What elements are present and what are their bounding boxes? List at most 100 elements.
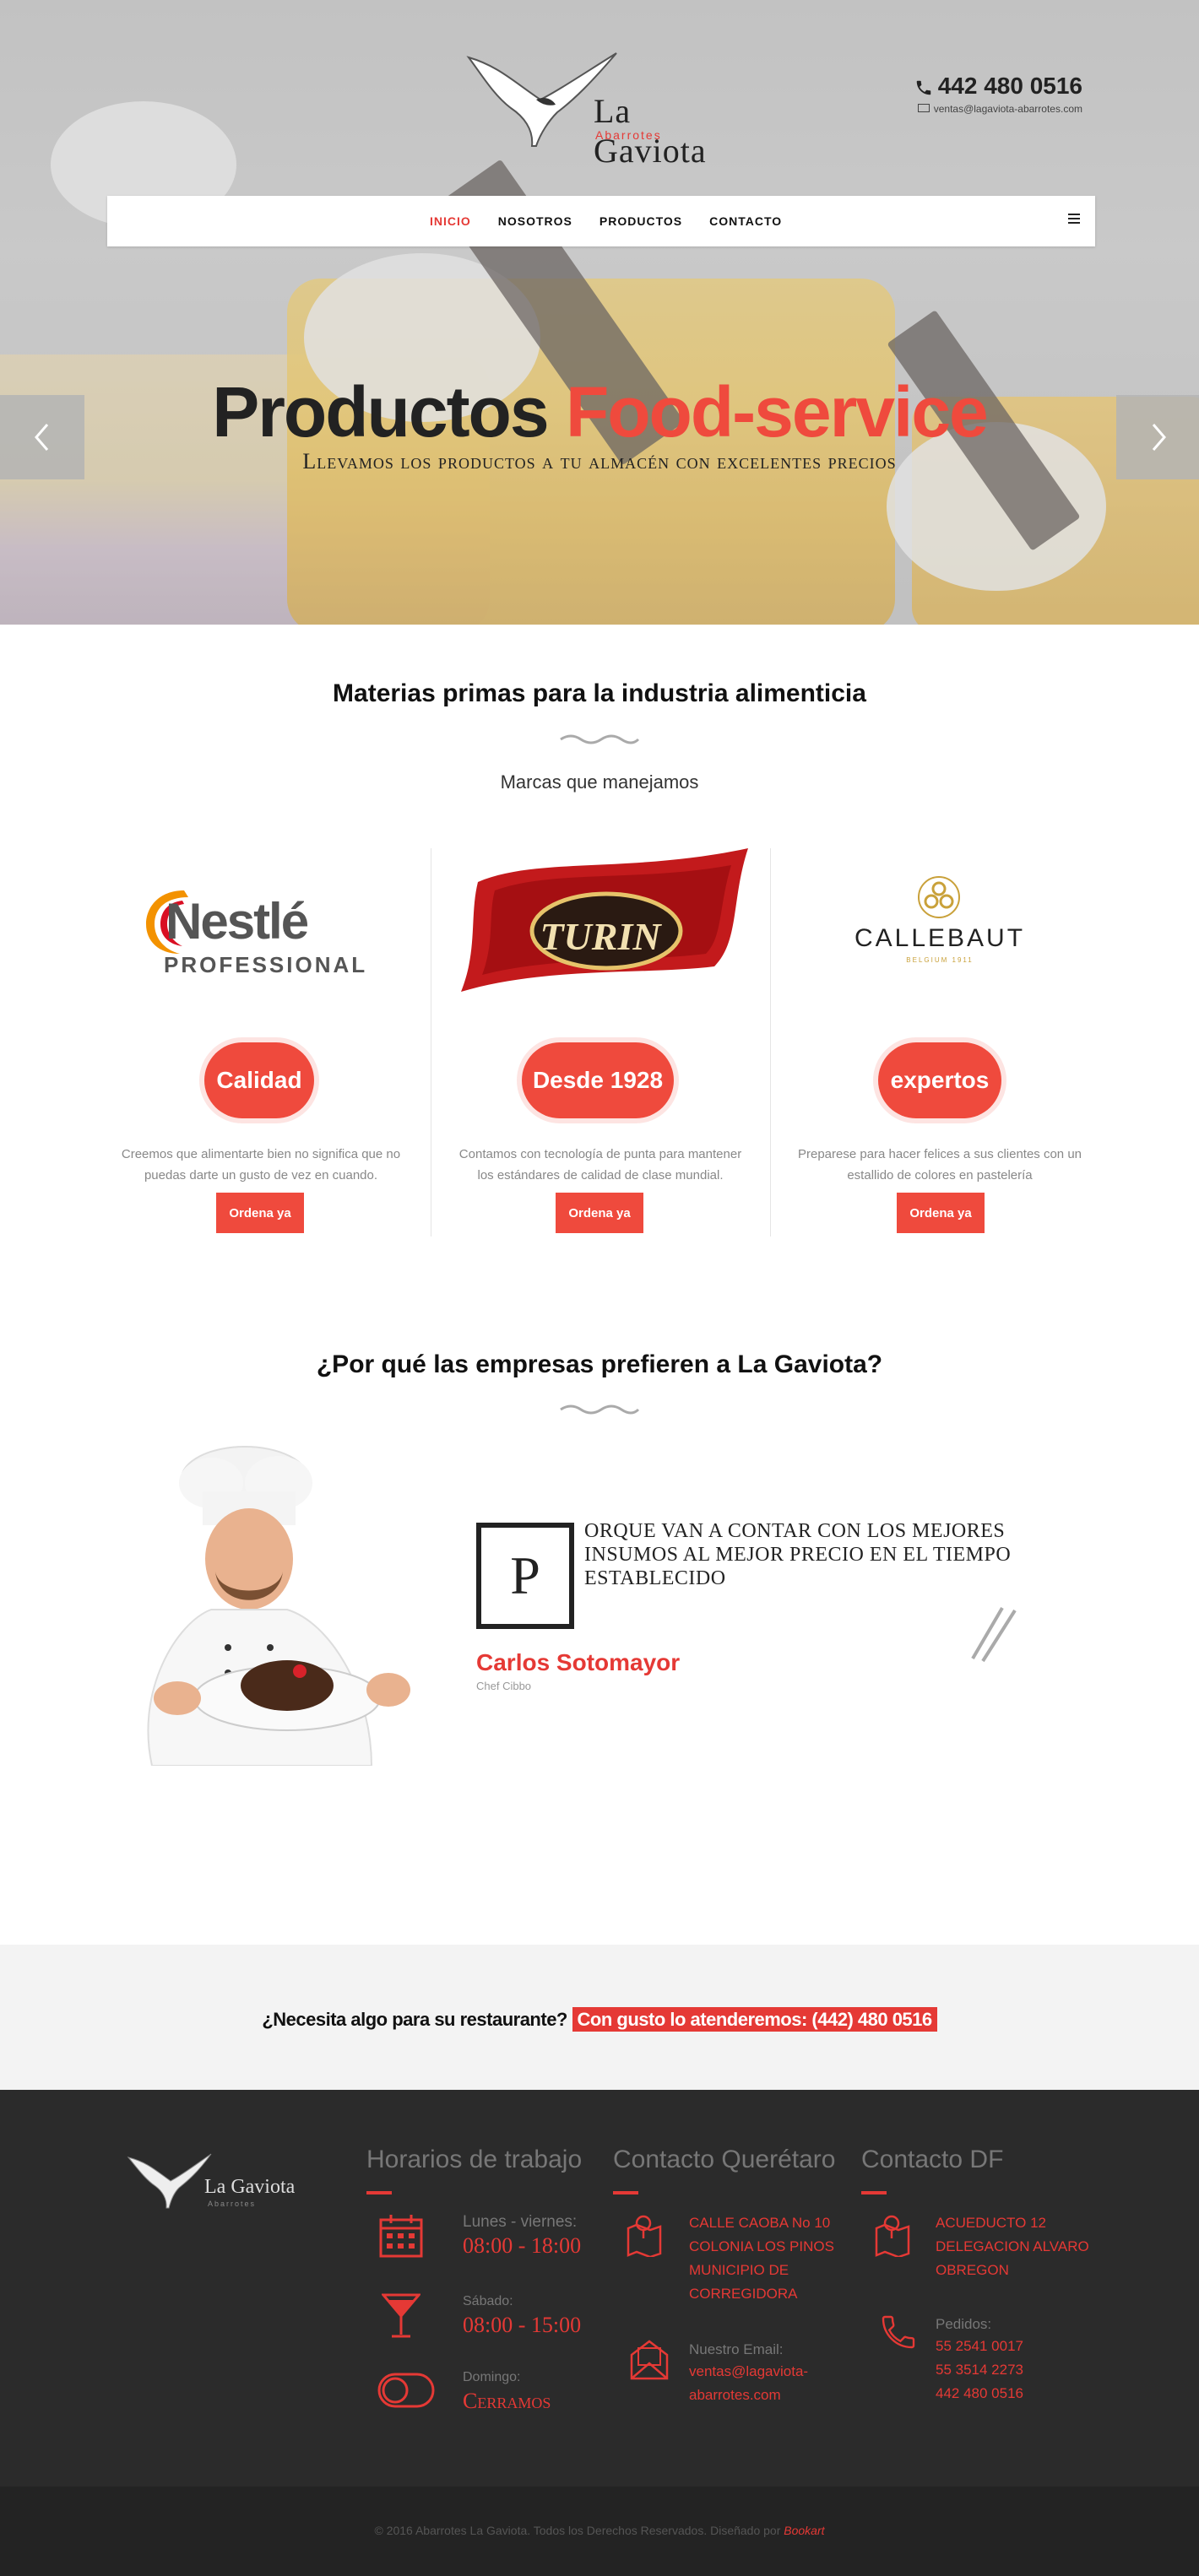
brand-card-nestle: Nestlé PROFESSIONAL Calidad Creemos que … — [91, 848, 431, 1237]
cta-question: ¿Necesita algo para su restaurante? — [262, 2009, 567, 2030]
header-email[interactable]: ventas@lagaviota-abarrotes.com — [917, 103, 1082, 115]
address-line: DELEGACION ALVARO — [936, 2238, 1089, 2254]
hero-title: Productos Food-service — [0, 371, 1199, 453]
brand-description: Contamos con tecnología de punta para ma… — [431, 1144, 770, 1186]
address-line: OBREGON — [936, 2262, 1009, 2278]
brand-description-line: puedas darte un gusto de vez en cuando. — [144, 1168, 378, 1182]
weekday-label: Lunes - viernes: — [463, 2213, 578, 2231]
hamburger-icon[interactable] — [1068, 211, 1080, 226]
badge-calidad: Calidad — [204, 1042, 314, 1118]
logo-subtitle: Abarrotes — [595, 128, 662, 142]
hours-title: Horarios de trabajo — [366, 2146, 583, 2173]
nestle-logo-sub: PROFESSIONAL — [164, 952, 368, 977]
cta-text: ¿Necesita algo para su restaurante? Con … — [0, 2007, 1199, 2032]
callebaut-logo-text: CALLEBAUT — [854, 924, 1026, 952]
nav-item-nosotros[interactable]: NOSOTROS — [498, 214, 572, 228]
slider-next-button[interactable] — [1116, 395, 1199, 479]
testimonial-author-role: Chef Cibbo — [476, 1680, 532, 1692]
phone-line[interactable]: 442 480 0516 — [936, 2382, 1023, 2406]
wave-divider-icon — [560, 734, 640, 744]
badge-expertos: expertos — [878, 1042, 1001, 1118]
order-button-turin[interactable]: Ordena ya — [556, 1193, 643, 1233]
brand-description-line: Preparese para hacer felices a sus clien… — [797, 1147, 1082, 1161]
nav-item-contacto[interactable]: CONTACTO — [709, 214, 782, 228]
brand-card-turin: TURIN Desde 1928 Contamos con tecnología… — [431, 848, 770, 1237]
queretaro-address: CALLE CAOBA No 10 COLONIA LOS PINOS MUNI… — [689, 2211, 834, 2306]
phone-line[interactable]: 55 3514 2273 — [936, 2358, 1023, 2382]
badge-desde-1928: Desde 1928 — [522, 1042, 674, 1118]
phone-line[interactable]: 55 2541 0017 — [936, 2335, 1023, 2358]
map-pin-icon — [627, 2215, 662, 2257]
callebaut-logo-sub: BELGIUM 1911 — [906, 956, 974, 964]
nav-item-productos[interactable]: PRODUCTOS — [600, 214, 682, 228]
footer — [0, 2090, 1199, 2487]
order-button-callebaut[interactable]: Ordena ya — [897, 1193, 985, 1233]
wave-divider-icon — [560, 1404, 640, 1415]
saturday-time: 08:00 - 15:00 — [463, 2313, 582, 2337]
order-button-nestle[interactable]: Ordena ya — [216, 1193, 304, 1233]
nestle-logo: Nestlé PROFESSIONAL — [142, 874, 395, 983]
brands-subtitle: Marcas que manejamos — [500, 771, 699, 793]
phone-number: 442 480 0516 — [937, 73, 1082, 99]
email-line: ventas@lagaviota- — [689, 2363, 809, 2379]
brand-description-line: Creemos que alimentarte bien no signific… — [121, 1147, 401, 1161]
calendar-icon — [379, 2215, 423, 2258]
testimonial-author: Carlos Sotomayor — [476, 1649, 681, 1675]
footer-logo-title: La Gaviota — [204, 2176, 296, 2198]
chevron-right-icon — [1152, 424, 1166, 451]
quote-dropcap: P — [476, 1523, 574, 1629]
address-line: ACUEDUCTO 12 — [936, 2215, 1046, 2231]
nestle-logo-text: Nestlé — [165, 893, 309, 950]
saturday-label: Sábado: — [463, 2294, 513, 2308]
envelope-icon — [917, 104, 930, 112]
callebaut-emblem-icon — [918, 876, 960, 918]
chevron-left-icon — [35, 424, 49, 451]
hero-title-part1: Productos — [212, 372, 549, 452]
testimonial-quote: orque van a contar con los mejores insum… — [584, 1520, 1012, 1589]
turin-logo-text: TURIN — [540, 915, 661, 958]
copyright-text: © 2016 Abarrotes La Gaviota. Todos los D… — [374, 2524, 781, 2537]
phone-icon — [916, 80, 930, 95]
why-section-title: ¿Por qué las empresas prefieren a La Gav… — [316, 1350, 883, 1378]
queretaro-title-underline — [613, 2191, 638, 2194]
designer-link[interactable]: Bookart — [784, 2524, 824, 2537]
brand-description-line: estallido de colores en pastelería — [847, 1168, 1033, 1182]
footer-logo-subtitle: Abarrotes — [208, 2200, 257, 2208]
sunday-time: Cerramos — [463, 2389, 551, 2413]
cocktail-glass-icon — [382, 2293, 420, 2338]
slider-prev-button[interactable] — [0, 395, 84, 479]
df-phones-label: Pedidos: — [936, 2316, 992, 2332]
df-phones: 55 2541 0017 55 3514 2273 442 480 0516 — [936, 2335, 1023, 2406]
brand-description-line: los estándares de calidad de clase mundi… — [477, 1168, 724, 1182]
email-line: abarrotes.com — [689, 2387, 781, 2403]
address-line: MUNICIPIO DE — [689, 2262, 789, 2278]
df-title-underline — [861, 2191, 887, 2194]
hero-title-part2: Food-service — [565, 372, 989, 452]
site-logo[interactable]: La Gaviota Abarrotes — [464, 49, 735, 170]
brand-description: Preparese para hacer felices a sus clien… — [770, 1144, 1109, 1186]
footer-logo[interactable]: La Gaviota Abarrotes — [127, 2152, 304, 2220]
map-pin-icon — [875, 2215, 910, 2257]
header-phone[interactable]: 442 480 0516 — [914, 73, 1082, 100]
address-line: CORREGIDORA — [689, 2286, 798, 2302]
queretaro-email[interactable]: ventas@lagaviota- abarrotes.com — [689, 2360, 808, 2407]
address-line: CALLE CAOBA No 10 — [689, 2215, 831, 2231]
brand-description: Creemos que alimentarte bien no signific… — [91, 1144, 431, 1186]
toggle-off-icon — [377, 2373, 435, 2408]
df-address: ACUEDUCTO 12 DELEGACION ALVARO OBREGON — [936, 2211, 1089, 2282]
brand-card-callebaut: CALLEBAUT BELGIUM 1911 expertos Prepares… — [770, 848, 1109, 1237]
brands-section-title: Materias primas para la industria alimen… — [333, 679, 866, 707]
sunday-label: Domingo: — [463, 2370, 521, 2384]
phone-handset-icon — [882, 2315, 915, 2349]
quote-slash-icon — [971, 1606, 1017, 1663]
nav-item-inicio[interactable]: INICIO — [430, 214, 471, 228]
copyright: © 2016 Abarrotes La Gaviota. Todos los D… — [0, 2524, 1199, 2537]
address-line: COLONIA LOS PINOS — [689, 2238, 834, 2254]
weekday-time: 08:00 - 18:00 — [463, 2233, 582, 2258]
email-address: ventas@lagaviota-abarrotes.com — [933, 103, 1082, 115]
envelope-letter-icon — [630, 2340, 669, 2380]
queretaro-title: Contacto Querétaro — [613, 2146, 836, 2173]
cta-highlight[interactable]: Con gusto lo atenderemos: (442) 480 0516 — [572, 2007, 937, 2032]
hero-subtitle: Llevamos los productos a tu almacén con … — [302, 449, 897, 474]
queretaro-email-label: Nuestro Email: — [689, 2341, 784, 2357]
